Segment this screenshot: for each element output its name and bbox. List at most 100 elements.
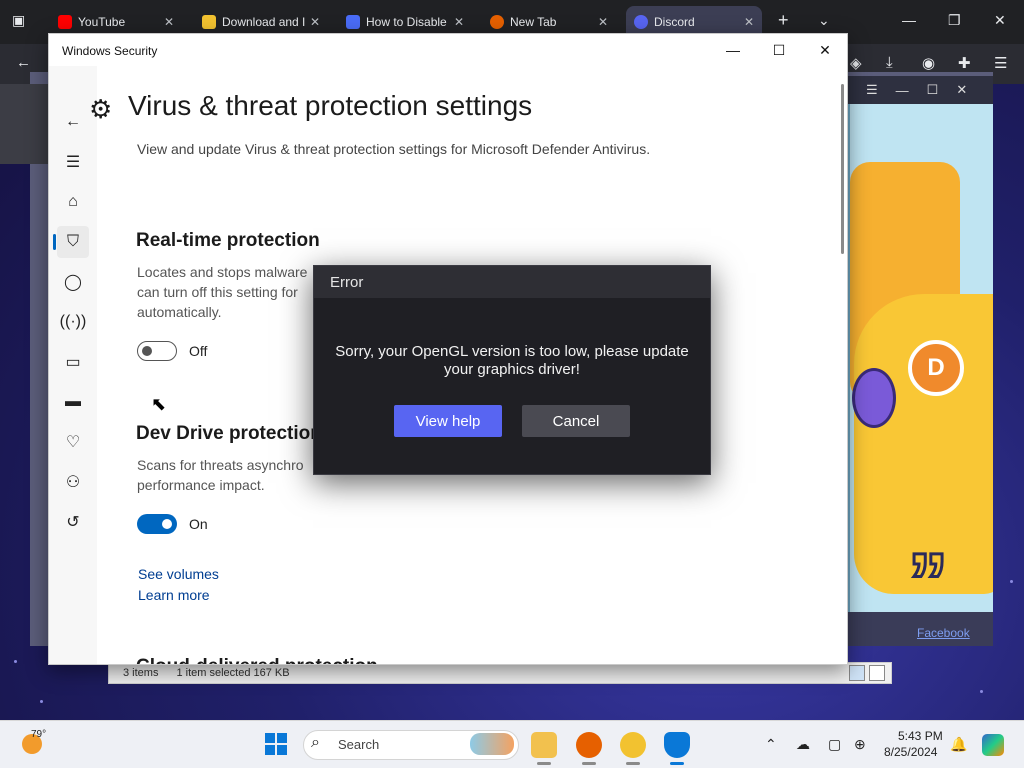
file-explorer-icon[interactable] (531, 732, 557, 758)
details-view-icon[interactable] (849, 665, 865, 681)
quote-mark-graphic: ” (907, 537, 950, 612)
view-help-button[interactable]: View help (394, 405, 502, 437)
app-browser-control-icon[interactable]: ▭ (57, 346, 89, 378)
device-health-icon[interactable]: ♡ (57, 426, 89, 458)
firefox-icon[interactable] (576, 732, 602, 758)
error-dialog: Error Sorry, your OpenGL version is too … (313, 265, 711, 475)
dev-drive-protection-text: Scans for threats asynchro performance i… (137, 457, 304, 493)
onedrive-icon[interactable]: ☁ (796, 736, 810, 753)
tab-actions-icon[interactable]: ▣ (12, 12, 25, 29)
wallpaper-star (1010, 580, 1013, 583)
error-dialog-titlebar: Error (314, 266, 710, 298)
running-indicator (537, 762, 551, 765)
mascot-artwork: D ” (848, 104, 993, 612)
chevron-down-icon[interactable]: ⌄ (818, 12, 830, 29)
close-window-icon[interactable]: ✕ (994, 12, 1006, 29)
realtime-protection-toggle[interactable] (137, 341, 177, 361)
restore-icon[interactable]: ❐ (948, 12, 961, 29)
minimize-button[interactable]: — (713, 38, 753, 62)
close-icon[interactable]: ✕ (454, 15, 464, 29)
extensions-icon[interactable]: ✚ (958, 54, 971, 72)
minimize-icon[interactable]: — (902, 12, 916, 28)
realtime-toggle-state: Off (189, 343, 208, 359)
see-volumes-link[interactable]: See volumes (138, 566, 219, 582)
search-highlight-art (470, 733, 514, 755)
learn-more-link[interactable]: Learn more (138, 587, 210, 603)
background-app-sidebar (0, 84, 48, 164)
firefox-icon (490, 15, 504, 29)
weather-temperature: 79° (31, 729, 47, 740)
settings-gear-icon[interactable]: ⚙ (57, 658, 89, 664)
close-icon[interactable]: ✕ (744, 15, 754, 29)
background-app-titlebar: ☰ — ☐ ✕ (848, 76, 993, 104)
page-description: View and update Virus & threat protectio… (137, 141, 651, 157)
close-button[interactable]: ✕ (805, 38, 845, 62)
wallpaper-star (980, 690, 983, 693)
selection-indicator (53, 234, 56, 250)
download-app-icon[interactable] (620, 732, 646, 758)
dev-drive-protection-toggle[interactable] (137, 514, 177, 534)
download-icon[interactable]: ⤓ (886, 54, 893, 71)
running-indicator (626, 762, 640, 765)
account-protection-icon[interactable]: ◯ (57, 266, 89, 298)
dev-drive-protection-heading: Dev Drive protection (136, 423, 322, 444)
notification-bell-icon[interactable]: 🔔 (950, 736, 967, 753)
new-tab-icon[interactable]: + (778, 10, 789, 31)
tab-label: YouTube (78, 15, 126, 29)
download-site-icon (202, 15, 216, 29)
network-icon[interactable]: ⊕ (854, 736, 866, 753)
wallpaper-star (14, 660, 17, 663)
tiles-view-icon[interactable] (869, 665, 885, 681)
running-indicator (582, 762, 596, 765)
windows-security-icon[interactable] (664, 732, 690, 758)
clock-date[interactable]: 8/25/2024 (884, 745, 937, 759)
maximize-icon[interactable]: ☐ (927, 82, 939, 98)
maximize-button[interactable]: ☐ (759, 38, 799, 62)
tab-label: Discord (654, 15, 695, 29)
selection-info: 1 item selected 167 KB (176, 667, 290, 679)
youtube-icon (58, 15, 72, 29)
close-icon[interactable]: ✕ (598, 15, 608, 29)
account-icon[interactable]: ◉ (922, 54, 935, 72)
facebook-link[interactable]: Facebook (917, 626, 970, 640)
error-message: Sorry, your OpenGL version is too low, p… (335, 343, 689, 378)
back-icon[interactable]: ← (16, 54, 31, 71)
close-icon[interactable]: ✕ (956, 82, 967, 98)
firewall-network-icon[interactable]: ((·)) (57, 306, 89, 338)
window-titlebar: Windows Security — ☐ ✕ (49, 34, 847, 66)
shield-extension-icon[interactable]: ◈ (850, 54, 862, 72)
chevron-up-icon[interactable]: ⌃ (765, 736, 777, 753)
hamburger-icon[interactable]: ☰ (57, 146, 89, 178)
badge-letter: D (927, 354, 945, 381)
realtime-protection-heading: Real-time protection (136, 230, 320, 251)
family-options-icon[interactable]: ⚇ (57, 466, 89, 498)
device-security-icon[interactable]: ▬ (57, 386, 89, 418)
protection-history-icon[interactable]: ↺ (57, 506, 89, 538)
menu-icon[interactable]: ☰ (994, 54, 1007, 72)
docs-icon (346, 15, 360, 29)
item-count: 3 items (123, 667, 159, 679)
active-indicator (670, 762, 684, 765)
hamburger-icon[interactable]: ☰ (866, 82, 878, 98)
explorer-status-bar: 3 items 1 item selected 167 KB (108, 662, 892, 684)
shield-icon[interactable]: ⛉ (57, 226, 89, 258)
tab-label: Download and I (222, 15, 306, 29)
back-arrow-icon[interactable]: ← (57, 106, 89, 138)
search-icon: ⌕ (311, 734, 320, 751)
content-scrollbar[interactable] (841, 84, 844, 254)
home-icon[interactable]: ⌂ (57, 186, 89, 218)
window-title: Windows Security (62, 44, 158, 58)
discord-icon (634, 15, 648, 29)
cancel-button[interactable]: Cancel (522, 405, 630, 437)
wallpaper-star (40, 700, 43, 703)
close-icon[interactable]: ✕ (310, 15, 320, 29)
clock-time[interactable]: 5:43 PM (898, 729, 943, 743)
dev-drive-toggle-state: On (189, 516, 208, 532)
start-button[interactable] (265, 733, 287, 755)
copilot-icon[interactable] (982, 734, 1004, 756)
minimize-icon[interactable]: — (896, 83, 909, 98)
display-icon[interactable]: ▢ (828, 736, 841, 753)
close-icon[interactable]: ✕ (164, 15, 174, 29)
settings-gears-icon: ⚙ (89, 94, 113, 124)
tab-label: New Tab (510, 15, 557, 29)
